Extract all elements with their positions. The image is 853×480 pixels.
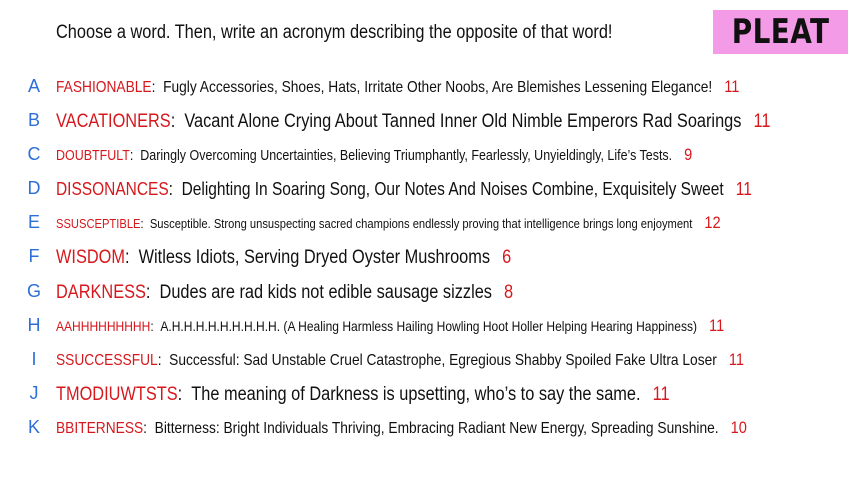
entry-content: WISDOM: Witless Idiots, Serving Dryed Oy… (56, 247, 511, 269)
entry-letter: B (27, 110, 40, 130)
entry-separator: : (151, 79, 164, 96)
entry-separator: : (140, 216, 150, 231)
entry-separator: : (143, 420, 155, 437)
entry-acronym: Successful: Sad Unstable Cruel Catastrop… (169, 352, 717, 369)
entry-word: SSUSCEPTIBLE (56, 216, 141, 231)
entry-word: DARKNESS (56, 282, 146, 303)
entry-content: DISSONANCES: Delighting In Soaring Song,… (56, 179, 752, 200)
entry-score: 11 (728, 350, 745, 369)
entry-row: G DARKNESS: Dudes are rad kids not edible… (0, 280, 853, 304)
entry-score: 6 (502, 247, 512, 268)
entry-acronym: Vacant Alone Crying About Tanned Inner O… (184, 111, 742, 132)
entry-letter: E (27, 212, 40, 232)
entry-row: J TMODIUWTSTS: The meaning of Darkness is… (0, 382, 853, 406)
entry-acronym: Bitterness: Bright Individuals Thriving,… (154, 420, 719, 437)
entry-separator: : (168, 179, 182, 199)
entry-score: 9 (684, 145, 693, 164)
entry-content: VACATIONERS: Vacant Alone Crying About T… (56, 111, 770, 133)
entry-letter: K (27, 417, 40, 437)
entry-word: WISDOM (56, 247, 125, 268)
entry-acronym: Fugly Accessories, Shoes, Hats, Irritate… (163, 79, 713, 96)
entry-word: SSUCCESSFUL (56, 352, 158, 369)
entry-separator: : (170, 111, 185, 132)
entry-score: 10 (730, 418, 747, 437)
entry-acronym: Dudes are rad kids not edible sausage si… (159, 282, 492, 303)
entry-row: K BBITERNESS: Bitterness: Bright Individu… (0, 416, 853, 440)
entry-score: 11 (652, 384, 670, 405)
entry-row: H AAHHHHHHHHH: A.H.H.H.H.H.H.H.H.H. (A He… (0, 314, 853, 338)
entry-word: VACATIONERS (56, 111, 171, 132)
entry-word: FASHIONABLE (56, 79, 152, 96)
entry-word: DOUBTFULT (56, 148, 130, 164)
entry-content: AAHHHHHHHHH: A.H.H.H.H.H.H.H.H.H. (A Hea… (56, 316, 724, 336)
entry-content: TMODIUWTSTS: The meaning of Darkness is … (56, 384, 670, 406)
entry-separator: : (157, 352, 170, 369)
entry-score: 11 (709, 316, 725, 335)
entry-letter: J (29, 383, 39, 403)
entry-separator: : (150, 318, 161, 334)
entry-word: DISSONANCES (56, 179, 169, 199)
entry-content: DOUBTFULT: Daringly Overcoming Uncertain… (56, 145, 692, 165)
entry-acronym: The meaning of Darkness is upsetting, wh… (191, 384, 641, 405)
entry-letter: C (27, 144, 41, 164)
entries-list: A FASHIONABLE: Fugly Accessories, Shoes, … (0, 0, 853, 480)
entry-score: 8 (504, 282, 514, 303)
entry-acronym: Daringly Overcoming Uncertainties, Belie… (140, 148, 673, 164)
entry-score: 11 (753, 111, 771, 132)
entry-row: C DOUBTFULT: Daringly Overcoming Uncertai… (0, 143, 853, 167)
entry-row: I SSUCCESSFUL: Successful: Sad Unstable C… (0, 348, 853, 372)
entry-content: SSUSCEPTIBLE: Susceptible. Strong unsusp… (56, 213, 721, 233)
entry-separator: : (124, 247, 139, 268)
entry-score: 11 (735, 179, 752, 199)
entry-row: E SSUSCEPTIBLE: Susceptible. Strong unsus… (0, 211, 853, 235)
entry-acronym: Witless Idiots, Serving Dryed Oyster Mus… (138, 247, 491, 268)
entry-word: AAHHHHHHHHH (56, 318, 151, 334)
entry-letter: G (26, 281, 41, 301)
entry-separator: : (145, 282, 160, 303)
entry-row: A FASHIONABLE: Fugly Accessories, Shoes, … (0, 75, 853, 99)
entry-separator: : (129, 148, 141, 164)
entry-letter: I (31, 349, 37, 369)
entry-score: 11 (724, 77, 740, 96)
entry-row: D DISSONANCES: Delighting In Soaring Song… (0, 177, 853, 201)
entry-letter: A (27, 76, 40, 96)
entry-score: 12 (704, 213, 721, 232)
entry-row: F WISDOM: Witless Idiots, Serving Dryed O… (0, 245, 853, 269)
entry-acronym: Susceptible. Strong unsuspecting sacred … (149, 216, 693, 231)
entry-letter: H (27, 315, 41, 335)
entry-letter: D (27, 178, 41, 198)
entry-content: DARKNESS: Dudes are rad kids not edible … (56, 282, 513, 304)
entry-acronym: Delighting In Soaring Song, Our Notes An… (181, 179, 724, 199)
entry-row: B VACATIONERS: Vacant Alone Crying About … (0, 109, 853, 133)
entry-letter: F (28, 246, 40, 266)
entry-content: BBITERNESS: Bitterness: Bright Individua… (56, 418, 747, 438)
entry-word: BBITERNESS (56, 420, 144, 437)
entry-separator: : (177, 384, 192, 405)
entry-content: FASHIONABLE: Fugly Accessories, Shoes, H… (56, 77, 739, 97)
entry-content: SSUCCESSFUL: Successful: Sad Unstable Cr… (56, 350, 744, 370)
entry-word: TMODIUWTSTS (56, 384, 178, 405)
entry-acronym: A.H.H.H.H.H.H.H.H.H. (A Healing Harmless… (160, 318, 697, 334)
